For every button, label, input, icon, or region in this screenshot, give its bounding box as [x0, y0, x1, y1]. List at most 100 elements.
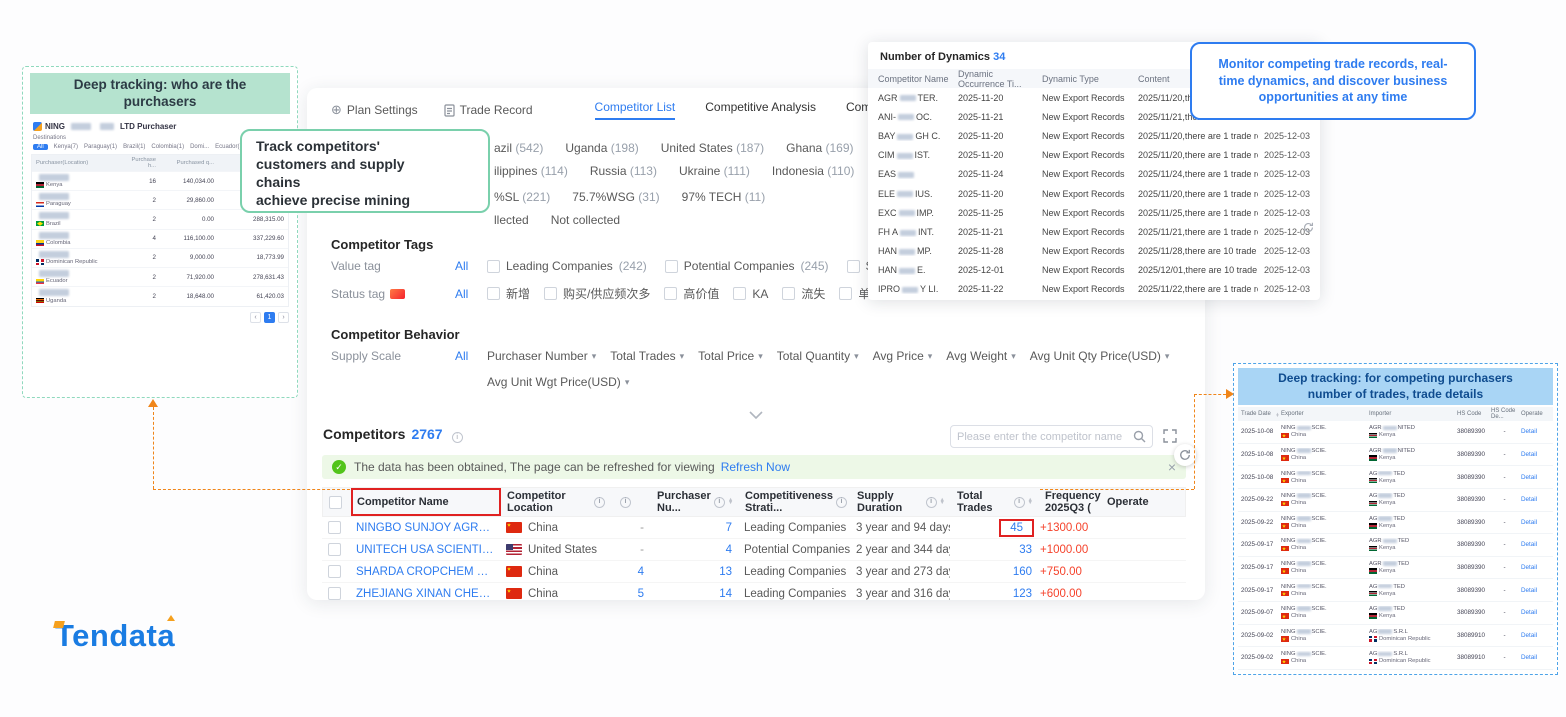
keyword-filter-chip[interactable]: 97% TECH (11): [682, 190, 766, 204]
value-tag-option[interactable]: Leading Companies(242): [487, 259, 647, 273]
checkbox[interactable]: [847, 260, 860, 273]
status-tag-option[interactable]: 新增: [487, 285, 530, 302]
column-frequency[interactable]: Frequency 2025Q3 (: [1039, 488, 1101, 516]
detail-link[interactable]: Detail: [1521, 451, 1537, 458]
destination-filter[interactable]: Domi...: [190, 144, 209, 150]
dynamics-row[interactable]: EXCIMP. 2025-11-25 New Export Records 20…: [868, 203, 1320, 222]
sort-icon[interactable]: ▲▼: [1275, 413, 1279, 418]
trade-record-button[interactable]: Trade Record: [444, 103, 533, 117]
collapse-panel-button[interactable]: [749, 406, 763, 424]
trade-row[interactable]: 2025-09-17 NINGSCIE.China AGRTEDKenya 38…: [1238, 557, 1553, 580]
page-number[interactable]: 1: [264, 312, 275, 323]
trade-row[interactable]: 2025-09-02 NINGSCIE.China AGS.R.LDominic…: [1238, 625, 1553, 648]
detail-link[interactable]: Detail: [1521, 654, 1537, 661]
value-tag-all[interactable]: All: [455, 259, 487, 273]
dynamics-row[interactable]: HANMP. 2025-11-28 New Export Records 202…: [868, 242, 1320, 261]
status-tag-option[interactable]: 流失: [782, 285, 825, 302]
country-filter-chip[interactable]: azil (542): [494, 141, 543, 155]
checkbox[interactable]: [544, 287, 557, 300]
trade-row[interactable]: 2025-09-07 NINGSCIE.China AGTEDKenya 380…: [1238, 602, 1553, 625]
sort-icon[interactable]: ▲▼: [1028, 499, 1033, 506]
destination-filter[interactable]: All: [33, 144, 48, 150]
country-filter-chip[interactable]: ilippines (114): [494, 164, 568, 178]
behavior-dropdown-avg-unit-qty-price-usd[interactable]: Avg Unit Qty Price(USD)▾: [1030, 349, 1170, 363]
status-tag-option[interactable]: KA: [733, 285, 768, 302]
dynamics-row[interactable]: HANE. 2025-12-01 New Export Records 2025…: [868, 261, 1320, 280]
prev-page-button[interactable]: ‹: [250, 312, 261, 323]
row-checkbox[interactable]: [328, 543, 341, 556]
detail-link[interactable]: Detail: [1521, 496, 1537, 503]
sort-icon[interactable]: ▲▼: [940, 499, 945, 506]
competitor-row[interactable]: NINGBO SUNJOY AGROSCIENCE CO L... China …: [322, 517, 1186, 539]
column-competitor-location[interactable]: Competitor Locationi: [501, 488, 611, 516]
country-filter-chip[interactable]: Ukraine (111): [679, 164, 750, 178]
tab-competitor-list[interactable]: Competitor List: [595, 100, 676, 120]
dynamics-row[interactable]: FH AINT. 2025-11-21 New Export Records 2…: [868, 222, 1320, 241]
dynamics-refresh-button[interactable]: [1303, 220, 1314, 238]
detail-link[interactable]: Detail: [1521, 632, 1537, 639]
checkbox[interactable]: [782, 287, 795, 300]
column-competitiveness[interactable]: Competitiveness Strati...i: [739, 488, 851, 516]
column-competitor-name[interactable]: Competitor Name: [351, 488, 501, 516]
trade-row[interactable]: 2025-09-02 NINGSCIE.China AGS.R.LDominic…: [1238, 647, 1553, 670]
behavior-dropdown-purchaser-number[interactable]: Purchaser Number▾: [487, 349, 596, 363]
dynamics-row[interactable]: EAS 2025-11-24 New Export Records 2025/1…: [868, 165, 1320, 184]
dynamics-row[interactable]: CIMIST. 2025-11-20 New Export Records 20…: [868, 146, 1320, 165]
competitor-row[interactable]: ZHEJIANG XINAN CHEMICAL China 5 14 Leadi…: [322, 583, 1186, 600]
supply-scale-all[interactable]: All: [455, 349, 487, 363]
select-all-checkbox[interactable]: [329, 496, 342, 509]
competitor-name-link[interactable]: UNITECH USA SCIENTIFIC SOLUTIONS: [356, 544, 494, 556]
checkbox[interactable]: [733, 287, 746, 300]
behavior-dropdown-total-price[interactable]: Total Price▾: [698, 349, 763, 363]
behavior-dropdown-total-trades[interactable]: Total Trades▾: [610, 349, 684, 363]
trade-row[interactable]: 2025-10-08 NINGSCIE.China AGRNITEDKenya …: [1238, 444, 1553, 467]
value-tag-option[interactable]: Potential Companies(245): [665, 259, 829, 273]
detail-link[interactable]: Detail: [1521, 609, 1537, 616]
checkbox[interactable]: [664, 287, 677, 300]
destination-filter[interactable]: Kenya(7): [54, 144, 78, 150]
plan-settings-button[interactable]: ⊕ Plan Settings: [331, 102, 418, 118]
refresh-float-button[interactable]: [1174, 444, 1196, 466]
detail-link[interactable]: Detail: [1521, 428, 1537, 435]
country-filter-chip[interactable]: Uganda (198): [565, 141, 638, 155]
next-page-button[interactable]: ›: [278, 312, 289, 323]
dynamics-row[interactable]: ELEIUS. 2025-11-20 New Export Records 20…: [868, 184, 1320, 203]
sort-icon[interactable]: ▲▼: [728, 499, 733, 506]
trade-row[interactable]: 2025-09-17 NINGSCIE.China AGTEDKenya 380…: [1238, 579, 1553, 602]
detail-link[interactable]: Detail: [1521, 587, 1537, 594]
column-supply-duration[interactable]: Supply Durationi▲▼: [851, 488, 951, 516]
competitor-row[interactable]: SHARDA CROPCHEM LIMITED China 4 13 Leadi…: [322, 561, 1186, 583]
detail-link[interactable]: Detail: [1521, 519, 1537, 526]
behavior-dropdown-total-quantity[interactable]: Total Quantity▾: [777, 349, 859, 363]
country-filter-chip[interactable]: Russia (113): [590, 164, 657, 178]
detail-link[interactable]: Detail: [1521, 564, 1537, 571]
competitor-name-link[interactable]: ZHEJIANG XINAN CHEMICAL: [356, 588, 494, 600]
refresh-now-link[interactable]: Refresh Now: [721, 460, 790, 474]
checkbox[interactable]: [487, 260, 500, 273]
detail-link[interactable]: Detail: [1521, 541, 1537, 548]
competitor-name-link[interactable]: NINGBO SUNJOY AGROSCIENCE CO L...: [356, 522, 494, 534]
country-filter-chip[interactable]: Ghana (169): [786, 141, 853, 155]
trade-row[interactable]: 2025-09-22 NINGSCIE.China AGTEDKenya 380…: [1238, 489, 1553, 512]
trade-row[interactable]: 2025-10-08 NINGSCIE.China AGRNITEDKenya …: [1238, 421, 1553, 444]
row-checkbox[interactable]: [328, 565, 341, 578]
competitor-name-link[interactable]: SHARDA CROPCHEM LIMITED: [356, 566, 494, 578]
row-checkbox[interactable]: [328, 521, 341, 534]
trade-row[interactable]: 2025-09-22 NINGSCIE.China AGTEDKenya 380…: [1238, 512, 1553, 535]
behavior-dropdown-avg-price[interactable]: Avg Price▾: [873, 349, 933, 363]
collected-filter-option[interactable]: llected: [494, 213, 529, 227]
detail-link[interactable]: Detail: [1521, 474, 1537, 481]
competitor-row[interactable]: UNITECH USA SCIENTIFIC SOLUTIONS United …: [322, 539, 1186, 561]
dynamics-row[interactable]: IPROY LI. 2025-11-22 New Export Records …: [868, 280, 1320, 299]
search-icon[interactable]: [1133, 430, 1146, 443]
column-branches[interactable]: i: [611, 488, 651, 516]
close-icon[interactable]: ×: [1168, 459, 1176, 475]
column-total-trades[interactable]: Total Tradesi▲▼: [951, 488, 1039, 516]
competitor-search-input[interactable]: [957, 431, 1133, 443]
column-purchaser-number[interactable]: Purchaser Nu...i▲▼: [651, 488, 739, 516]
checkbox[interactable]: [487, 287, 500, 300]
collected-filter-option[interactable]: Not collected: [551, 213, 620, 227]
status-tag-option[interactable]: 高价值: [664, 285, 719, 302]
dynamics-row[interactable]: BAYGH C. 2025-11-20 New Export Records 2…: [868, 126, 1320, 145]
country-filter-chip[interactable]: United States (187): [661, 141, 764, 155]
